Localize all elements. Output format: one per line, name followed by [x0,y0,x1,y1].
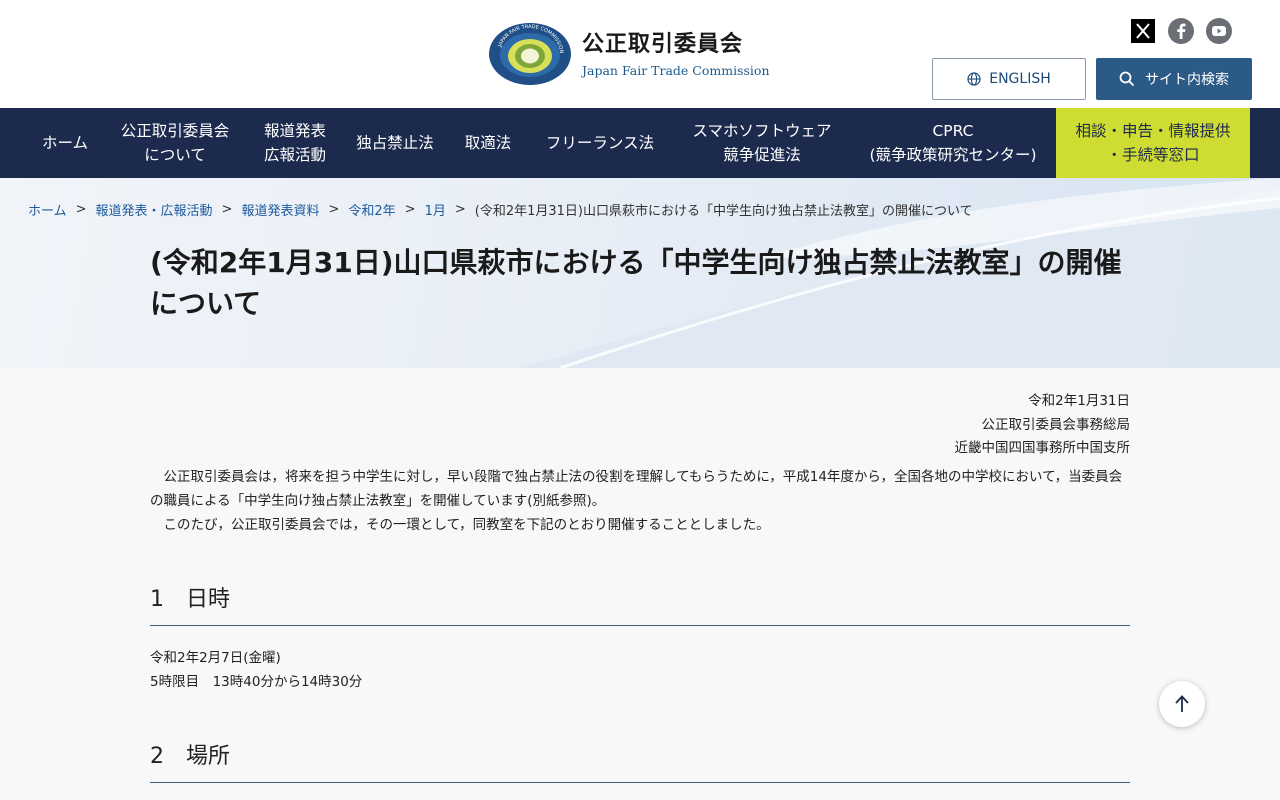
org-name-en: Japan Fair Trade Commission [582,62,770,78]
search-label: サイト内検索 [1145,72,1229,88]
section-location: 2 場所 [150,738,1130,783]
english-button[interactable]: ENGLISH [932,58,1086,100]
jftc-emblem-icon: JAPAN FAIR TRADE COMMISSION [489,23,571,85]
nav-press[interactable]: 報道発表 広報活動 [250,108,340,178]
breadcrumb-separator: > [75,202,87,217]
nav-home[interactable]: ホーム [30,108,100,178]
sns-links [1130,18,1232,44]
nav-about[interactable]: 公正取引委員会 について [100,108,250,178]
breadcrumb-press[interactable]: 報道発表・広報活動 [96,200,213,219]
issuer-office: 近畿中国四国事務所中国支所 [954,440,1131,456]
breadcrumb-month[interactable]: 1月 [425,200,446,219]
facebook-icon[interactable] [1168,18,1194,44]
nav-antimonopoly[interactable]: 独占禁止法 [340,108,450,178]
nav-freelance[interactable]: フリーランス法 [526,108,674,178]
release-date: 令和2年1月31日 [1028,393,1130,409]
breadcrumb-year[interactable]: 令和2年 [348,200,395,219]
globe-icon [967,72,981,86]
breadcrumb-separator: > [221,202,233,217]
nav-smartphone[interactable]: スマホソフトウェア 競争促進法 [674,108,850,178]
page-title: (令和2年1月31日)山口県萩市における「中学生向け独占禁止法教室」の開催につい… [150,246,1122,320]
breadcrumb-separator: > [328,202,340,217]
intro-paragraph-2: このたび，公正取引委員会では，その一環として，同教室を下記のとおり開催することと… [163,516,770,533]
breadcrumb-separator: > [404,202,416,217]
site-logo[interactable]: JAPAN FAIR TRADE COMMISSION 公正取引委員会 Japa… [488,22,770,86]
intro-paragraph-1: 公正取引委員会は，将来を担う中学生に対し，早い段階で独占禁止法の役割を理解しても… [150,468,1123,509]
site-search-button[interactable]: サイト内検索 [1096,58,1252,100]
nav-consultation[interactable]: 相談・申告・情報提供 ・手続等窓口 [1056,108,1250,178]
breadcrumb-releases[interactable]: 報道発表資料 [241,200,319,219]
event-date: 令和2年2月7日(金曜) [150,649,281,666]
search-icon [1119,71,1135,87]
page-hero: ホーム > 報道発表・広報活動 > 報道発表資料 > 令和2年 > 1月 > (… [0,178,1280,368]
global-nav: ホーム 公正取引委員会 について 報道発表 広報活動 独占禁止法 取適法 フリー… [0,108,1280,178]
intro-text: 公正取引委員会は，将来を担う中学生に対し，早い段階で独占禁止法の役割を理解しても… [150,465,1130,537]
release-meta: 令和2年1月31日 公正取引委員会事務総局 近畿中国四国事務所中国支所 [150,390,1131,461]
section-heading-datetime: 1 日時 [150,581,1130,626]
breadcrumb-home[interactable]: ホーム [28,200,67,219]
site-header: JAPAN FAIR TRADE COMMISSION 公正取引委員会 Japa… [0,0,1280,108]
event-time: 5時限目 13時40分から14時30分 [150,673,363,690]
back-to-top-button[interactable] [1159,681,1205,727]
breadcrumb-separator: > [454,202,466,217]
x-icon[interactable] [1130,18,1156,44]
section-heading-location: 2 場所 [150,738,1130,783]
youtube-icon[interactable] [1206,18,1232,44]
breadcrumb-current: (令和2年1月31日)山口県萩市における「中学生向け独占禁止法教室」の開催につい… [474,204,973,219]
issuer-name: 公正取引委員会事務総局 [981,416,1131,433]
breadcrumb: ホーム > 報道発表・広報活動 > 報道発表資料 > 令和2年 > 1月 > (… [28,200,973,219]
arrow-up-icon [1175,695,1189,712]
org-name-ja: 公正取引委員会 [582,31,744,57]
main-content: 令和2年1月31日 公正取引委員会事務総局 近畿中国四国事務所中国支所 公正取引… [150,368,1130,783]
nav-subcontract[interactable]: 取適法 [450,108,526,178]
english-label: ENGLISH [989,71,1051,87]
nav-cprc[interactable]: CPRC (競争政策研究センター) [850,108,1056,178]
section-datetime: 1 日時 令和2年2月7日(金曜) 5時限目 13時40分から14時30分 [150,581,1130,694]
